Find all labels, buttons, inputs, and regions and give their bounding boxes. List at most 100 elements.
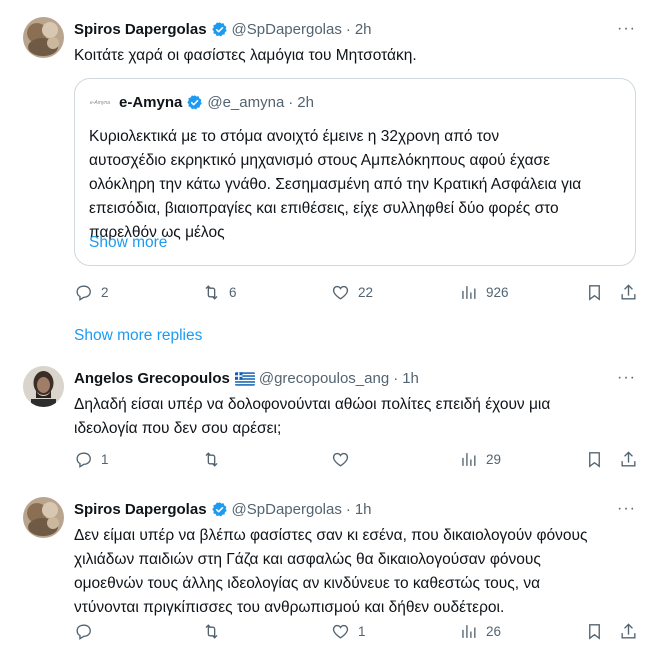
text-line: Δηλαδή είσαι υπέρ να δολοφονούνται αθώοι… xyxy=(74,396,551,413)
quote-line: επεισόδια, βιαιοπραγίες και επιθέσεις, ε… xyxy=(89,200,559,217)
tweet-2[interactable]: Angelos Grecopoulos @grecopoulos_ang · 1… xyxy=(0,360,658,480)
tweet-text: Δεν είμαι υπέρ να βλέπω φασίστες σαν κι … xyxy=(74,524,634,620)
share-icon xyxy=(621,451,636,467)
more-options-icon[interactable]: ··· xyxy=(617,20,636,38)
bookmark-button[interactable] xyxy=(585,450,604,469)
verified-badge-icon xyxy=(211,22,227,37)
reply-icon xyxy=(76,285,91,301)
quote-line: αυτοσχέδιο εκρηκτικό μηχανισμό στους Αμπ… xyxy=(89,152,551,169)
author-name[interactable]: Angelos Grecopoulos xyxy=(74,370,230,387)
views-chart-icon xyxy=(462,286,476,299)
tweet-header: Spiros Dapergolas @SpDapergolas · 1h xyxy=(74,501,372,518)
tweet-1[interactable]: Spiros Dapergolas @SpDapergolas · 2h ···… xyxy=(0,0,658,320)
retweet-button[interactable] xyxy=(202,450,229,469)
avatar-image xyxy=(23,366,64,407)
timestamp[interactable]: 2h xyxy=(355,21,372,38)
text-line: ντύνονται πριγκίπισσες του ανθρωπισμού κ… xyxy=(74,599,505,616)
tweet-header: Spiros Dapergolas @SpDapergolas · 2h xyxy=(74,21,372,38)
views-button[interactable]: 926 xyxy=(459,283,509,302)
action-bar: 1 26 xyxy=(74,622,638,646)
author-handle[interactable]: @SpDapergolas xyxy=(232,21,342,38)
quote-author-handle[interactable]: @e_amyna xyxy=(207,94,284,111)
action-bar: 2 6 22 926 xyxy=(74,283,638,307)
share-button[interactable] xyxy=(619,450,638,469)
reply-button[interactable]: 1 xyxy=(74,450,109,469)
reply-icon xyxy=(76,452,91,468)
quote-author-name[interactable]: e-Amyna xyxy=(119,94,182,111)
separator-dot: · xyxy=(345,501,351,518)
separator-dot: · xyxy=(393,370,399,387)
bookmark-button[interactable] xyxy=(585,622,604,641)
views-count: 926 xyxy=(486,285,509,300)
views-button[interactable]: 29 xyxy=(459,450,501,469)
retweet-icon xyxy=(205,452,218,467)
retweet-button[interactable]: 6 xyxy=(202,283,237,302)
show-more-link[interactable]: Show more xyxy=(89,234,167,252)
quote-header: e-Amyna e-Amyna @e_amyna · 2h xyxy=(89,94,314,111)
views-count: 29 xyxy=(486,452,502,467)
timestamp[interactable]: 1h xyxy=(355,501,372,518)
show-more-replies-link[interactable]: Show more replies xyxy=(74,327,202,345)
like-button[interactable]: 1 xyxy=(331,622,366,641)
heart-icon xyxy=(332,452,349,467)
greek-flag-icon xyxy=(234,371,255,386)
author-handle[interactable]: @grecopoulos_ang xyxy=(259,370,389,387)
reply-button[interactable]: 2 xyxy=(74,283,109,302)
text-line: ομοεθνών τους άλλης ιδεολογίας αν κινδύν… xyxy=(74,575,541,592)
author-name[interactable]: Spiros Dapergolas xyxy=(74,501,207,518)
quote-timestamp[interactable]: 2h xyxy=(297,94,314,111)
quote-line: ολόκληρη την κάτω γνάθο. Σεσημασμένη από… xyxy=(89,176,582,193)
verified-badge-icon xyxy=(211,502,227,517)
avatar-image xyxy=(23,497,64,538)
verified-badge-icon xyxy=(187,95,203,110)
views-button[interactable]: 26 xyxy=(459,622,501,641)
bookmark-icon xyxy=(589,452,600,468)
avatar[interactable] xyxy=(23,366,64,407)
more-options-icon[interactable]: ··· xyxy=(617,369,636,387)
reply-button[interactable] xyxy=(74,622,101,641)
author-name[interactable]: Spiros Dapergolas xyxy=(74,21,207,38)
tweet-header: Angelos Grecopoulos @grecopoulos_ang · 1… xyxy=(74,370,419,387)
views-chart-icon xyxy=(462,625,476,638)
reply-icon xyxy=(76,624,91,640)
text-line: χιλιάδων παιδιών στη Γάζα και ασφαλώς θα… xyxy=(74,551,541,568)
heart-icon xyxy=(332,624,349,639)
reply-count: 1 xyxy=(101,452,109,467)
retweet-icon xyxy=(205,624,218,639)
tweet-text: Κοιτάτε χαρά οι φασίστες λαμόγια του Μητ… xyxy=(74,47,417,64)
timestamp[interactable]: 1h xyxy=(402,370,419,387)
quoted-tweet[interactable]: e-Amyna e-Amyna @e_amyna · 2h Κυριολεκτι… xyxy=(74,78,636,266)
like-count: 22 xyxy=(358,285,374,300)
like-count: 1 xyxy=(358,624,366,639)
quote-line: Κυριολεκτικά με το στόμα ανοιχτό έμεινε … xyxy=(89,128,500,145)
e-amyna-logo: e-Amyna xyxy=(89,99,110,106)
text-line: Δεν είμαι υπέρ να βλέπω φασίστες σαν κι … xyxy=(74,527,588,544)
text-line: ιδεολογία που δεν σου αρέσει; xyxy=(74,420,282,437)
views-chart-icon xyxy=(462,453,476,466)
separator-dot: · xyxy=(345,21,351,38)
quote-text: Κυριολεκτικά με το στόμα ανοιχτό έμεινε … xyxy=(89,125,619,245)
retweet-icon xyxy=(205,285,218,300)
quote-line: παρελθόν ως μέλος xyxy=(89,224,225,241)
tweet-text: Δηλαδή είσαι υπέρ να δολοφονούνται αθώοι… xyxy=(74,393,634,441)
share-icon xyxy=(621,623,636,639)
avatar-image xyxy=(23,17,64,58)
action-bar: 1 29 xyxy=(74,450,638,474)
like-button[interactable]: 22 xyxy=(331,283,373,302)
avatar[interactable] xyxy=(23,497,64,538)
bookmark-icon xyxy=(589,624,600,640)
author-handle[interactable]: @SpDapergolas xyxy=(232,501,342,518)
bookmark-button[interactable] xyxy=(585,283,604,302)
tweet-3[interactable]: Spiros Dapergolas @SpDapergolas · 1h ···… xyxy=(0,485,658,652)
like-button[interactable] xyxy=(331,450,358,469)
avatar[interactable] xyxy=(23,17,64,58)
separator-dot: · xyxy=(288,94,294,111)
reply-count: 2 xyxy=(101,285,109,300)
share-button[interactable] xyxy=(619,283,638,302)
share-icon xyxy=(621,284,636,300)
share-button[interactable] xyxy=(619,622,638,641)
retweet-button[interactable] xyxy=(202,622,229,641)
bookmark-icon xyxy=(589,285,600,301)
more-options-icon[interactable]: ··· xyxy=(617,500,636,518)
retweet-count: 6 xyxy=(229,285,237,300)
